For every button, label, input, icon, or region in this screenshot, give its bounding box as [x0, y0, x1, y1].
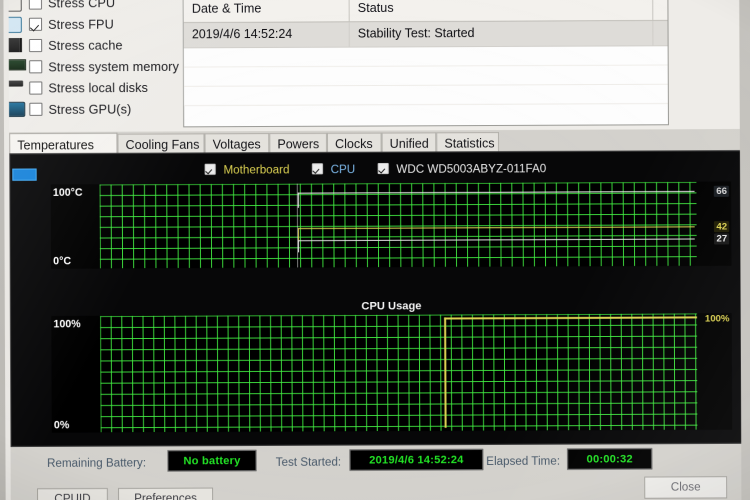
stress-option-label: Stress system memory [48, 59, 180, 74]
stress-option-label: Stress GPU(s) [48, 101, 132, 117]
temperatures-chart[interactable]: 100°C 0°C 14:52:24 66 42 27 [50, 181, 732, 269]
table-row[interactable]: 2019/4/6 14:52:24 Stability Test: Starte… [183, 21, 668, 49]
y-axis-label-min: 0% [53, 419, 70, 432]
temperatures-plot-area: 14:52:24 [99, 181, 697, 269]
preferences-button[interactable]: Preferences [117, 487, 214, 500]
cell-datetime: 2019/4/6 14:52:24 [183, 22, 350, 48]
chart-grid [99, 181, 697, 269]
elapsed-time-value: 00:00:32 [586, 452, 633, 466]
cell-status: Stability Test: Started [349, 21, 654, 47]
value-label-motherboard: 42 [714, 221, 730, 233]
status-bar: Remaining Battery: No battery Test Start… [11, 445, 742, 485]
window-right-edge [739, 0, 750, 500]
legend-label: Motherboard [223, 164, 290, 178]
stress-cpu-checkbox[interactable] [28, 0, 43, 10]
table-header-row: Date & Time Status [183, 0, 668, 24]
chart-grid [100, 313, 698, 433]
table-empty-row [183, 46, 668, 68]
cell-spacer [653, 21, 665, 45]
column-header-status[interactable]: Status [349, 0, 654, 22]
y-axis-label-min: 0°C [53, 255, 72, 268]
y-axis-label-max: 100°C [52, 186, 83, 199]
test-started-field: 2019/4/6 14:52:24 [349, 448, 484, 471]
elapsed-time-field: 00:00:32 [567, 448, 653, 470]
table-empty-row [184, 84, 668, 107]
stress-option-label: Stress FPU [48, 16, 114, 32]
legend-item-motherboard[interactable]: Motherboard [205, 163, 290, 178]
legend-checkbox[interactable] [205, 163, 217, 176]
tab-unified[interactable]: Unified [381, 132, 437, 153]
y-axis-label-max: 100% [53, 318, 81, 331]
value-label-cpu: 27 [714, 233, 730, 245]
legend-label: CPU [330, 164, 356, 177]
stress-option-row-fpu[interactable]: Stress FPU [4, 13, 187, 35]
column-header-datetime[interactable]: Date & Time [183, 0, 350, 23]
stress-option-row-cache[interactable]: Stress cache [4, 34, 187, 56]
legend-item-hdd[interactable]: WDC WD5003ABYZ-011FA0 [377, 162, 547, 177]
legend-checkbox[interactable] [377, 163, 390, 175]
stress-options-list: Stress CPU Stress FPU Stress cache Stres… [4, 0, 187, 120]
tab-clocks[interactable]: Clocks [326, 132, 382, 154]
cpuid-button[interactable]: CPUID [37, 487, 108, 500]
cpu-usage-chart[interactable]: CPU Usage 100% 0% 100% [51, 300, 733, 433]
battery-label: Remaining Battery: [47, 457, 147, 471]
test-started-value: 2019/4/6 14:52:24 [369, 453, 464, 467]
tab-statistics[interactable]: Statistics [436, 132, 500, 153]
stress-option-label: Stress CPU [48, 0, 116, 11]
stress-cache-checkbox[interactable] [28, 38, 43, 53]
cpu-usage-value-label: 100% [704, 313, 730, 325]
legend-checkbox[interactable] [312, 163, 324, 175]
stress-memory-checkbox[interactable] [29, 60, 43, 74]
bottom-button-bar: CPUID Preferences Close [0, 476, 750, 500]
cpu-usage-plot-area [100, 313, 698, 433]
column-header-spacer [653, 0, 665, 20]
stress-option-row-disks[interactable]: Stress local disks [4, 77, 187, 99]
stress-fpu-checkbox[interactable] [28, 17, 43, 31]
stress-option-row-gpu[interactable]: Stress GPU(s) [4, 98, 187, 120]
tab-voltages[interactable]: Voltages [204, 133, 270, 154]
charts-board: Motherboard CPU WDC WD5003ABYZ-011FA0 10… [9, 150, 744, 447]
stress-option-label: Stress local disks [48, 80, 148, 96]
legend-label: WDC WD5003ABYZ-011FA0 [396, 163, 547, 177]
battery-value: No battery [183, 454, 241, 467]
selection-accent-bar [12, 168, 37, 181]
event-log-table[interactable]: Date & Time Status 2019/4/6 14:52:24 Sta… [182, 0, 669, 128]
tab-cooling-fans[interactable]: Cooling Fans [117, 133, 205, 154]
stress-option-label: Stress cache [48, 38, 123, 53]
legend-item-cpu[interactable]: CPU [312, 163, 356, 177]
test-started-label: Test Started: [275, 456, 342, 470]
stress-option-row-memory[interactable]: Stress system memory [4, 56, 187, 78]
tab-temperatures[interactable]: Temperatures [9, 132, 118, 155]
stress-disks-checkbox[interactable] [29, 81, 43, 95]
top-panel: Stress CPU Stress FPU Stress cache Stres… [0, 0, 750, 133]
elapsed-time-label: Elapsed Time: [486, 455, 561, 469]
stress-gpu-checkbox[interactable] [29, 102, 43, 116]
cpu-usage-title: CPU Usage [361, 300, 422, 313]
series-legend: Motherboard CPU WDC WD5003ABYZ-011FA0 [10, 159, 741, 180]
table-empty-row [183, 65, 668, 87]
value-label-hdd: 66 [714, 185, 729, 197]
stress-option-row-cpu[interactable]: Stress CPU [4, 0, 186, 14]
battery-value-field: No battery [167, 449, 257, 472]
close-button[interactable]: Close [644, 476, 728, 499]
tab-powers[interactable]: Powers [269, 132, 328, 154]
